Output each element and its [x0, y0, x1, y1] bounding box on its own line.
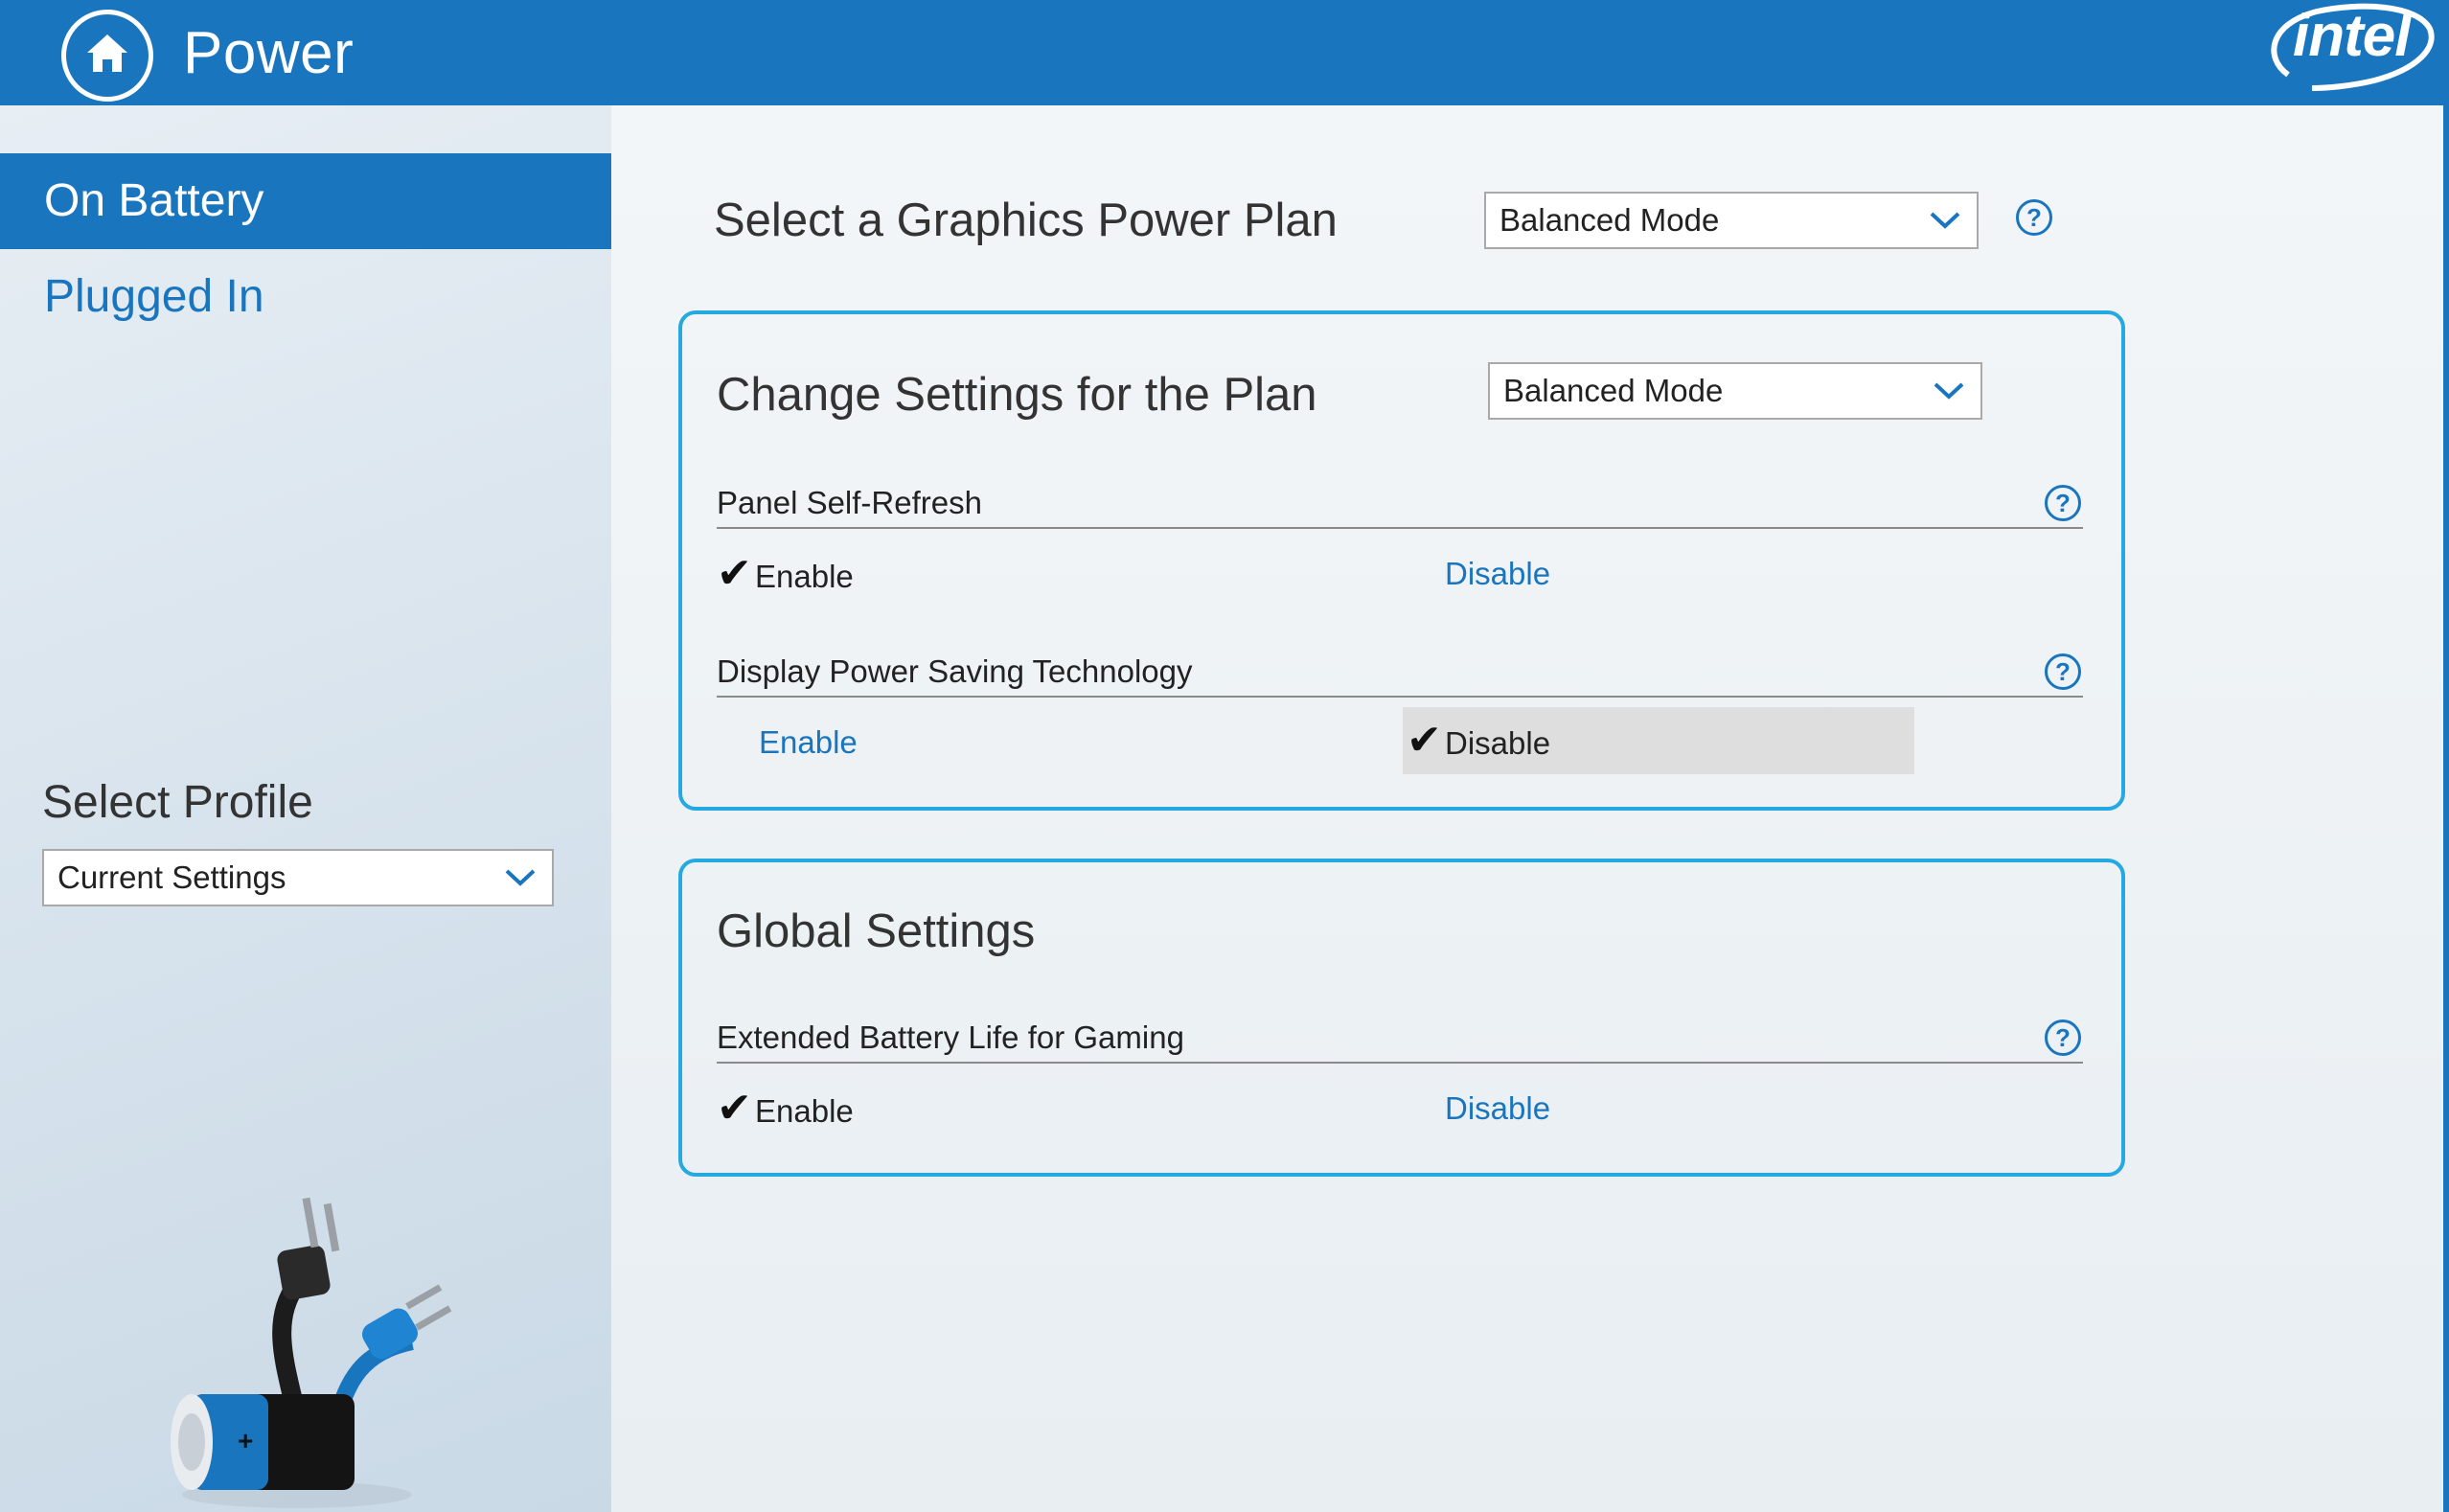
intel-logo: intel	[2259, 0, 2441, 100]
sidebar-item-label: Plugged In	[44, 271, 264, 322]
plan-settings-title: Change Settings for the Plan	[717, 369, 1317, 421]
power-plan-dropdown-value: Balanced Mode	[1499, 202, 1720, 238]
plan-settings-panel: Change Settings for the Plan Balanced Mo…	[678, 310, 2125, 811]
plan-settings-dropdown-value: Balanced Mode	[1503, 373, 1724, 408]
plan-settings-dropdown[interactable]: Balanced Mode	[1488, 362, 1982, 420]
header-bar: Power intel	[0, 0, 2449, 105]
profile-dropdown[interactable]: Current Settings	[42, 849, 554, 906]
panel-self-refresh-enable-option[interactable]: ✔Enable	[717, 540, 854, 607]
svg-text:+: +	[238, 1426, 253, 1455]
checkmark-icon: ✔	[717, 1085, 752, 1132]
home-button[interactable]	[61, 10, 153, 102]
divider	[717, 696, 2083, 698]
option-label: Enable	[755, 1093, 854, 1129]
power-plan-title: Select a Graphics Power Plan	[714, 195, 1338, 246]
checkmark-icon: ✔	[717, 550, 752, 597]
display-power-saving-enable-option[interactable]: Enable	[759, 709, 858, 776]
option-label: Disable	[1445, 556, 1551, 591]
display-power-saving-disable-option[interactable]: ✔Disable	[1403, 707, 1914, 774]
panel-self-refresh-disable-option[interactable]: Disable	[1445, 540, 1550, 607]
divider	[717, 1062, 2083, 1064]
power-app: Power intel On Battery Plugged In Select…	[0, 0, 2449, 1512]
sidebar-item-plugged-in[interactable]: Plugged In	[0, 249, 611, 345]
logo-text: intel	[2293, 3, 2411, 69]
home-icon	[87, 34, 127, 72]
option-label: Enable	[755, 559, 854, 594]
checkmark-icon: ✔	[1407, 717, 1442, 764]
profile-dropdown-value: Current Settings	[57, 859, 286, 895]
main-content: Select a Graphics Power Plan Balanced Mo…	[611, 105, 2443, 1512]
option-label: Disable	[1445, 1090, 1551, 1126]
global-settings-title: Global Settings	[717, 905, 1036, 957]
option-label: Disable	[1445, 725, 1551, 761]
profile-label: Select Profile	[42, 777, 313, 828]
extended-battery-gaming-enable-option[interactable]: ✔Enable	[717, 1075, 854, 1142]
chevron-down-icon	[1930, 212, 1960, 229]
help-icon[interactable]: ?	[2045, 485, 2081, 521]
setting-label-display-power-saving: Display Power Saving Technology	[717, 653, 1193, 689]
global-settings-panel: Global Settings Extended Battery Life fo…	[678, 859, 2125, 1177]
sidebar-item-on-battery[interactable]: On Battery	[0, 153, 611, 249]
setting-label-extended-battery-gaming: Extended Battery Life for Gaming	[717, 1019, 1184, 1055]
help-icon[interactable]: ?	[2045, 653, 2081, 690]
chevron-down-icon	[505, 869, 536, 886]
sidebar: On Battery Plugged In Select Profile Cur…	[0, 105, 611, 1512]
extended-battery-gaming-disable-option[interactable]: Disable	[1445, 1075, 1550, 1142]
battery-plug-illustration: +	[171, 1197, 452, 1508]
chevron-down-icon	[1934, 382, 1964, 400]
sidebar-item-label: On Battery	[44, 175, 264, 226]
power-plan-dropdown[interactable]: Balanced Mode	[1484, 192, 1979, 249]
help-icon[interactable]: ?	[2045, 1019, 2081, 1056]
setting-label-panel-self-refresh: Panel Self-Refresh	[717, 485, 982, 520]
page-title: Power	[183, 20, 355, 86]
help-icon[interactable]: ?	[2016, 199, 2052, 236]
option-label: Enable	[759, 724, 858, 760]
window-edge	[2443, 105, 2449, 1512]
divider	[717, 527, 2083, 529]
